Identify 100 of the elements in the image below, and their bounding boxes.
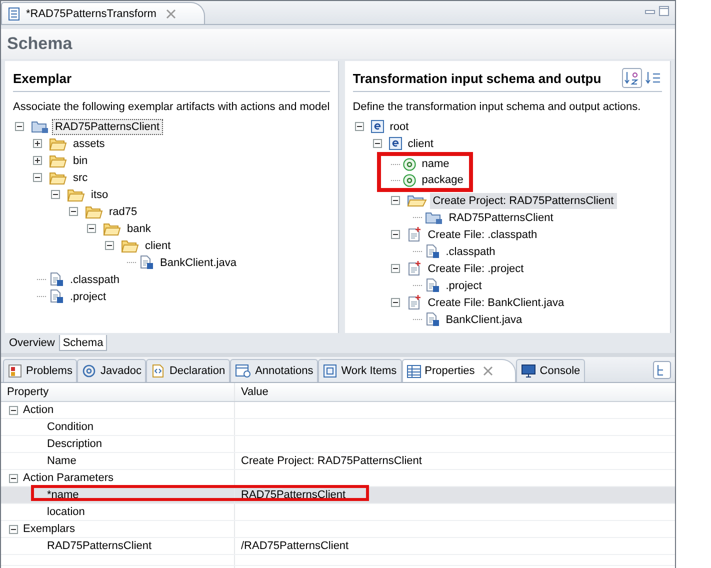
close-icon[interactable] bbox=[166, 8, 176, 18]
editor-tab[interactable]: *RAD75PatternsTransform bbox=[1, 2, 206, 24]
tree-item[interactable]: RAD75PatternsClient bbox=[52, 118, 163, 134]
element-icon bbox=[388, 137, 402, 150]
folder-icon bbox=[49, 136, 67, 150]
page-title: Schema bbox=[1, 29, 675, 59]
expand-toggle-icon[interactable] bbox=[51, 190, 60, 199]
expand-toggle-icon[interactable] bbox=[372, 139, 382, 148]
view-tab[interactable]: Declaration bbox=[146, 359, 230, 382]
property-name: Description bbox=[46, 438, 102, 450]
close-icon[interactable] bbox=[482, 366, 493, 376]
expand-toggle-icon[interactable] bbox=[15, 122, 24, 131]
expand-toggle-icon[interactable] bbox=[33, 173, 42, 182]
tree-item[interactable]: Create File: BankClient.java bbox=[424, 294, 568, 310]
property-name: Name bbox=[46, 455, 76, 467]
expand-toggle-icon[interactable] bbox=[69, 207, 78, 216]
page-tab[interactable]: Schema bbox=[58, 335, 108, 351]
file-icon bbox=[424, 278, 440, 293]
property-name: RAD75PatternsClient bbox=[46, 540, 152, 552]
work-items-icon bbox=[323, 364, 338, 378]
view-tab[interactable]: Problems bbox=[3, 359, 78, 382]
project-folder-icon bbox=[406, 193, 427, 208]
tree-item[interactable]: client bbox=[142, 238, 174, 254]
tree-item[interactable]: bank bbox=[124, 220, 154, 236]
element-icon bbox=[370, 120, 384, 133]
property-value: Create Project: RAD75PatternsClient bbox=[241, 455, 422, 467]
annotations-icon bbox=[235, 364, 252, 378]
tree-item[interactable]: itso bbox=[88, 186, 112, 202]
expand-toggle-icon[interactable] bbox=[390, 230, 400, 239]
view-tab[interactable]: Work Items bbox=[318, 359, 402, 382]
folder-icon bbox=[49, 170, 67, 184]
new-file-icon bbox=[406, 261, 422, 276]
section-description: Associate the following exemplar artifacts with actions and model bbox=[13, 101, 330, 113]
view-tab[interactable]: Console bbox=[516, 359, 586, 382]
new-file-icon bbox=[406, 227, 422, 242]
minimize-icon[interactable] bbox=[645, 7, 655, 15]
view-tab[interactable]: Properties bbox=[402, 359, 516, 382]
tree-layout-icon[interactable] bbox=[653, 361, 671, 379]
page-tab[interactable]: Overview bbox=[5, 335, 59, 351]
folder-icon bbox=[121, 238, 139, 252]
expand-toggle-icon[interactable] bbox=[105, 241, 114, 250]
table-icon bbox=[406, 364, 421, 378]
sort-alphabetical-icon[interactable] bbox=[622, 68, 642, 88]
file-icon bbox=[424, 312, 440, 327]
tree-item[interactable]: rad75 bbox=[106, 204, 140, 220]
column-header[interactable]: Value bbox=[235, 383, 675, 401]
expand-toggle-icon[interactable] bbox=[33, 156, 42, 165]
view-tab[interactable]: Annotations bbox=[230, 359, 318, 382]
tree-item[interactable]: client bbox=[404, 136, 436, 152]
folder-icon bbox=[103, 222, 121, 236]
expand-toggle-icon[interactable] bbox=[390, 264, 400, 273]
property-category: Action bbox=[23, 404, 54, 416]
maximize-icon[interactable] bbox=[659, 6, 669, 16]
tree-item[interactable]: BankClient.java bbox=[442, 312, 526, 328]
folder-icon bbox=[67, 188, 85, 202]
property-name: Condition bbox=[46, 421, 94, 433]
project-folder-icon bbox=[31, 119, 49, 134]
file-icon bbox=[49, 272, 64, 287]
tree-item[interactable]: .classpath bbox=[67, 272, 123, 288]
tree-item[interactable]: .project bbox=[442, 278, 485, 294]
attribute-icon bbox=[402, 174, 416, 186]
file-icon bbox=[139, 255, 154, 270]
expand-toggle-icon[interactable] bbox=[33, 139, 42, 148]
expand-toggle-icon[interactable] bbox=[354, 122, 364, 131]
tree-item[interactable]: .classpath bbox=[442, 244, 498, 260]
file-icon bbox=[424, 244, 440, 259]
document-icon bbox=[8, 6, 20, 20]
expand-toggle-icon[interactable] bbox=[390, 298, 400, 307]
property-category: Action Parameters bbox=[23, 472, 114, 484]
tree-item[interactable]: BankClient.java bbox=[157, 254, 240, 270]
section-description: Define the transformation input schema and output actions. bbox=[352, 101, 642, 113]
file-icon bbox=[49, 289, 64, 304]
folder-icon bbox=[49, 154, 67, 168]
expand-toggle-icon[interactable] bbox=[87, 224, 96, 233]
section-title: Exemplar bbox=[13, 70, 73, 86]
tree-item[interactable]: root bbox=[386, 118, 412, 134]
tree-item[interactable]: src bbox=[70, 170, 91, 186]
property-name: *name bbox=[46, 489, 79, 501]
property-name: location bbox=[46, 506, 85, 518]
property-value: /RAD75PatternsClient bbox=[241, 540, 349, 552]
tree-item[interactable]: Create Project: RAD75PatternsClient bbox=[430, 192, 617, 208]
column-header[interactable]: Property bbox=[1, 383, 235, 401]
attribute-icon bbox=[402, 158, 416, 170]
tree-item[interactable]: bin bbox=[70, 152, 91, 168]
tree-item[interactable]: RAD75PatternsClient bbox=[446, 210, 556, 226]
at-sign-icon bbox=[82, 364, 96, 378]
property-category: Exemplars bbox=[23, 523, 75, 535]
tree-item[interactable]: assets bbox=[70, 136, 108, 152]
view-tab[interactable]: Javadoc bbox=[77, 359, 146, 382]
expand-toggle-icon[interactable] bbox=[9, 524, 18, 534]
declaration-icon bbox=[151, 364, 166, 378]
expand-toggle-icon[interactable] bbox=[390, 196, 400, 205]
monitor-icon bbox=[520, 364, 536, 378]
tree-item[interactable]: Create File: .project bbox=[424, 260, 527, 276]
tree-item[interactable]: Create File: .classpath bbox=[424, 226, 540, 242]
problems-icon bbox=[8, 364, 22, 378]
expand-toggle-icon[interactable] bbox=[9, 474, 18, 482]
project-folder-icon bbox=[424, 210, 443, 225]
expand-toggle-icon[interactable] bbox=[9, 406, 18, 414]
tree-item[interactable]: .project bbox=[67, 288, 110, 304]
